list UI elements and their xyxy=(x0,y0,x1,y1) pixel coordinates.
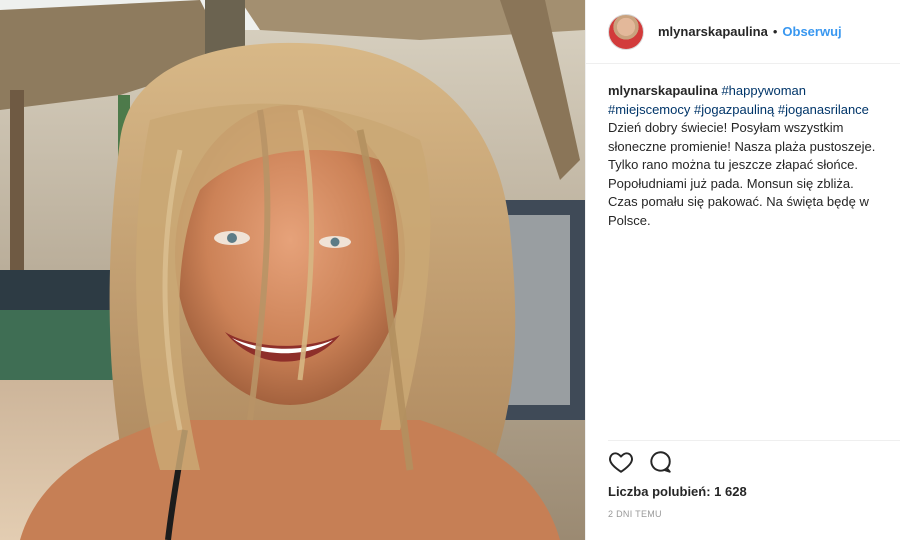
caption-text: Dzień dobry świecie! Posyłam wszystkim s… xyxy=(608,120,876,228)
post-photo[interactable] xyxy=(0,0,585,540)
hashtag-miejscemocy[interactable]: #miejscemocy xyxy=(608,102,690,117)
header-separator: • xyxy=(772,24,778,39)
likes-count[interactable]: Liczba polubień: 1 628 xyxy=(608,484,747,499)
hashtag-jogazpaulina[interactable]: #jogazpauliną xyxy=(694,102,774,117)
caption-username[interactable]: mlynarskapaulina xyxy=(608,83,718,98)
post-header: mlynarskapaulina • Obserwuj xyxy=(586,0,900,64)
header-username[interactable]: mlynarskapaulina xyxy=(658,24,768,39)
post-caption: mlynarskapaulina #happywoman #miejscemoc… xyxy=(586,64,900,230)
instagram-post: mlynarskapaulina • Obserwuj mlynarskapau… xyxy=(0,0,900,540)
avatar[interactable] xyxy=(608,13,644,50)
post-timestamp[interactable]: 2 DNI TEMU xyxy=(608,509,662,519)
post-side-panel: mlynarskapaulina • Obserwuj mlynarskapau… xyxy=(585,0,900,540)
actions-divider xyxy=(608,440,900,441)
speech-bubble-icon[interactable] xyxy=(647,449,673,475)
hashtag-joganasrilance[interactable]: #joganasrilance xyxy=(778,102,869,117)
post-actions xyxy=(608,449,686,475)
hashtag-happywoman[interactable]: #happywoman xyxy=(721,83,806,98)
heart-icon[interactable] xyxy=(608,449,634,475)
follow-button[interactable]: Obserwuj xyxy=(782,24,841,39)
selfie-image xyxy=(0,0,585,540)
